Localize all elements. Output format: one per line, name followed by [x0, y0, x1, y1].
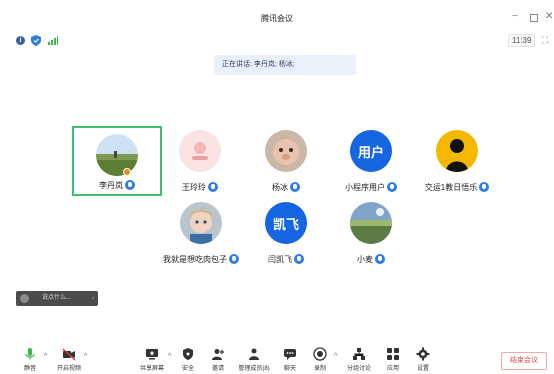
- participant-name: 王玲玲: [155, 182, 245, 193]
- invite-button[interactable]: 邀请: [208, 347, 228, 372]
- chat-placeholder: 说点什么...: [42, 295, 72, 301]
- avatar: 用户: [350, 130, 392, 172]
- participant-tile[interactable]: 王玲玲: [155, 130, 245, 200]
- apps-button[interactable]: 应用: [383, 347, 403, 372]
- bottom-toolbar: 静音 ^ 开启视频 ^ 共享屏幕 ^ 安全 邀请 管理成员(8) 聊天 录制 ^…: [0, 345, 554, 374]
- mic-icon: [208, 182, 218, 192]
- chat-icon: [284, 349, 296, 360]
- participant-name: 李丹岚: [74, 180, 160, 191]
- maximize-button[interactable]: [530, 14, 538, 22]
- avatar: [179, 130, 221, 172]
- participant-name: 闫凯飞: [241, 254, 331, 265]
- collapse-chevron-icon[interactable]: ‹: [92, 291, 94, 306]
- avatar: 凯飞: [265, 202, 307, 244]
- security-button[interactable]: 安全: [178, 347, 198, 372]
- toolbar-label: 设置: [416, 366, 429, 372]
- host-badge-icon: [123, 168, 131, 176]
- participant-tile[interactable]: 交运1教日悟乐: [412, 130, 502, 200]
- speaking-banner: 正在讲话: 李丹岚; 杨冰;: [214, 55, 356, 75]
- avatar: [96, 134, 138, 176]
- invite-user-icon: [212, 349, 224, 360]
- record-button[interactable]: 录制: [310, 347, 330, 372]
- avatar: [265, 130, 307, 172]
- record-icon: [313, 347, 327, 361]
- toolbar-label: 安全: [181, 366, 194, 372]
- members-icon: [249, 348, 259, 360]
- chat-button[interactable]: 聊天: [280, 347, 300, 372]
- settings-button[interactable]: 设置: [413, 347, 433, 372]
- chevron-up-icon[interactable]: ^: [334, 353, 337, 360]
- microphone-icon: [25, 348, 35, 360]
- toolbar-label: 静音: [23, 366, 36, 372]
- toolbar-label: 录制: [313, 366, 326, 372]
- network-signal-icon[interactable]: [48, 36, 58, 45]
- shield-icon: [183, 348, 193, 360]
- mute-button[interactable]: 静音: [18, 347, 42, 372]
- participant-name: 我就是想吃肉包子: [156, 254, 246, 265]
- meeting-timer: 11:39: [508, 34, 536, 47]
- participant-tile[interactable]: 李丹岚: [72, 126, 162, 196]
- mic-icon: [375, 254, 385, 264]
- breakout-icon: [353, 348, 365, 360]
- participant-tile[interactable]: 杨冰: [241, 130, 331, 200]
- toolbar-label: 共享屏幕: [139, 366, 164, 372]
- toolbar-label: 邀请: [211, 366, 224, 372]
- avatar: [436, 130, 478, 172]
- chevron-up-icon[interactable]: ^: [168, 353, 171, 360]
- toolbar-label: 管理成员(8): [238, 366, 270, 372]
- chevron-up-icon[interactable]: ^: [84, 353, 87, 360]
- meeting-info-icon[interactable]: i: [16, 36, 25, 45]
- manage-members-button[interactable]: 管理成员(8): [234, 347, 274, 372]
- share-screen-button[interactable]: 共享屏幕: [137, 347, 167, 372]
- mic-icon: [229, 254, 239, 264]
- participant-name: 杨冰: [241, 182, 331, 193]
- participant-tile[interactable]: 凯飞 闫凯飞: [241, 202, 331, 272]
- chat-icon: [20, 294, 29, 303]
- mic-icon: [479, 182, 490, 192]
- mic-icon: [125, 180, 135, 190]
- video-button[interactable]: 开启视频: [54, 347, 84, 372]
- breakout-button[interactable]: 分组讨论: [343, 347, 375, 372]
- minimize-button[interactable]: −: [512, 11, 518, 23]
- window-title: 腾讯会议: [261, 14, 293, 23]
- toolbar-label: 应用: [386, 366, 399, 372]
- end-meeting-button[interactable]: 结束会议: [501, 352, 547, 370]
- mic-icon: [387, 182, 397, 192]
- apps-icon: [387, 348, 399, 360]
- mic-icon: [294, 254, 304, 264]
- fullscreen-icon[interactable]: ⛶: [542, 35, 548, 46]
- participant-name: 小麦: [326, 254, 416, 265]
- mic-icon: [290, 182, 300, 192]
- chat-input-bar[interactable]: 说点什么... ‹: [16, 291, 98, 306]
- participant-name: 交运1教日悟乐: [412, 182, 502, 193]
- share-screen-icon: [146, 349, 158, 360]
- participant-tile[interactable]: 小麦: [326, 202, 416, 272]
- toolbar-label: 聊天: [283, 366, 296, 372]
- shield-icon[interactable]: [31, 35, 41, 46]
- toolbar-label: 开启视频: [56, 366, 81, 372]
- avatar: [180, 202, 222, 244]
- participant-tile[interactable]: 我就是想吃肉包子: [156, 202, 246, 272]
- participant-tile[interactable]: 用户 小程序用户: [326, 130, 416, 200]
- status-row: i 11:39 ⛶: [0, 34, 554, 50]
- toolbar-label: 分组讨论: [346, 366, 371, 372]
- gear-icon: [416, 347, 430, 361]
- avatar: [350, 202, 392, 244]
- chevron-up-icon[interactable]: ^: [44, 353, 47, 360]
- title-bar: 腾讯会议 − ✕: [0, 0, 554, 34]
- close-button[interactable]: ✕: [545, 11, 553, 23]
- video-off-icon: [62, 348, 76, 361]
- participant-name: 小程序用户: [326, 182, 416, 193]
